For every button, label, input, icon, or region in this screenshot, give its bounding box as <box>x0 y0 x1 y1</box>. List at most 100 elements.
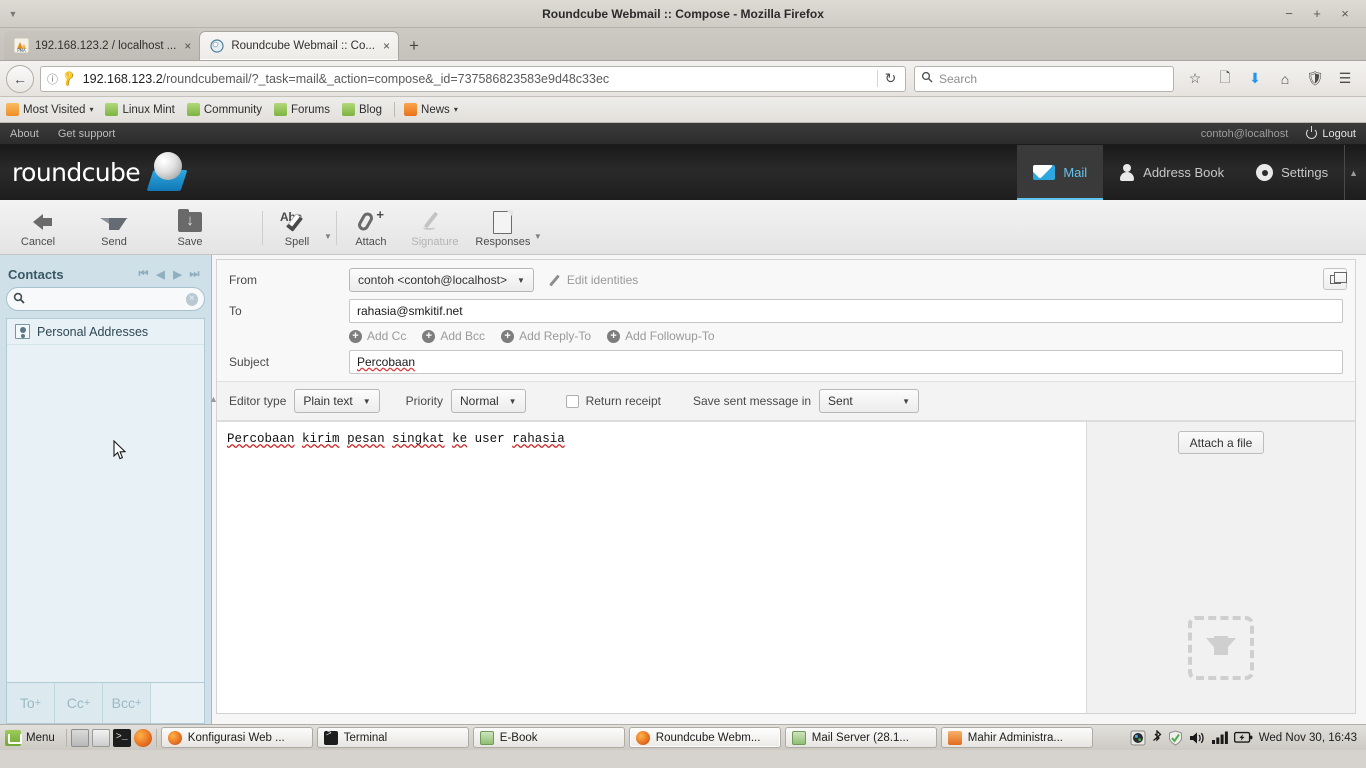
bookmark-label: Community <box>203 103 263 116</box>
about-link[interactable]: About <box>10 128 39 140</box>
editor-type-label: Editor type <box>229 394 287 408</box>
task-button[interactable]: Terminal <box>316 727 469 748</box>
bookmark-star-icon[interactable]: ☆ <box>1180 65 1210 93</box>
bookmark-blog[interactable]: Blog <box>342 103 382 116</box>
window-menu-caret[interactable]: ▼ <box>0 0 26 28</box>
taskbar-clock[interactable]: Wed Nov 30, 16:43 <box>1257 732 1363 744</box>
tab-close-icon[interactable]: × <box>383 40 390 52</box>
pocket-icon[interactable]: 🛡 <box>1300 65 1330 93</box>
topbar-user-area: contoh@localhost Logout <box>1201 126 1356 140</box>
hamburger-menu-icon[interactable]: ☰ <box>1330 65 1360 93</box>
tab-close-icon[interactable]: × <box>184 40 191 52</box>
first-page-icon[interactable]: ⏮ <box>135 268 152 281</box>
save-sent-select[interactable]: Sent ▼ <box>819 389 920 413</box>
add-to-bcc-button[interactable]: Bcc + <box>103 683 151 723</box>
reload-icon[interactable]: ↻ <box>877 70 903 87</box>
bookmark-label: Blog <box>359 103 383 116</box>
attach-button[interactable]: + Attach <box>340 205 402 253</box>
bookmark-forums[interactable]: Forums <box>274 103 330 116</box>
add-followup-to-link[interactable]: + Add Followup-To <box>607 329 715 343</box>
network-icon[interactable] <box>1211 731 1228 744</box>
message-body-textarea[interactable]: Percobaan kirim pesan singkat ke user ra… <box>217 422 1087 713</box>
search-placeholder: Search <box>939 71 978 86</box>
next-page-icon[interactable]: ▶ <box>169 268 186 281</box>
signature-button[interactable]: Signature <box>402 205 468 253</box>
show-desktop-icon[interactable] <box>70 728 89 747</box>
get-support-link[interactable]: Get support <box>58 128 115 140</box>
firefox-icon[interactable] <box>133 728 152 747</box>
add-bcc-link[interactable]: + Add Bcc <box>422 329 485 343</box>
folder-icon <box>791 730 806 745</box>
logout-button[interactable]: Logout <box>1306 126 1356 140</box>
attachment-dropzone[interactable] <box>1188 616 1254 680</box>
bookmark-community[interactable]: Community <box>186 103 263 116</box>
terminal-icon[interactable]: >_ <box>112 728 131 747</box>
contacts-search-input[interactable] <box>25 292 186 306</box>
browser-tab-roundcube[interactable]: Roundcube Webmail :: Co... × <box>199 31 399 60</box>
list-item[interactable]: Personal Addresses <box>7 319 204 345</box>
chevron-up-icon[interactable]: ▲ <box>1344 145 1366 200</box>
display-icon[interactable] <box>1130 730 1146 746</box>
add-to-to-button[interactable]: To + <box>7 683 55 723</box>
back-button[interactable]: ← <box>6 64 34 93</box>
tab-address-book[interactable]: Address Book <box>1103 145 1240 200</box>
address-bar[interactable]: ⓘ 🔑 192.168.123.2/roundcubemail/?_task=m… <box>40 65 906 92</box>
bookmark-news[interactable]: News ▾ <box>404 103 458 116</box>
reader-list-icon[interactable]: 🗋 <box>1210 65 1240 93</box>
volume-icon[interactable] <box>1189 731 1206 745</box>
start-menu-button[interactable]: Menu <box>3 729 62 746</box>
subject-input[interactable]: Percobaan <box>349 350 1343 374</box>
minimize-button[interactable]: − <box>1275 0 1303 28</box>
permissions-key-icon[interactable]: 🔑 <box>60 69 78 88</box>
search-bar[interactable]: Search <box>914 65 1174 92</box>
prev-page-icon[interactable]: ◀ <box>152 268 169 281</box>
tab-settings[interactable]: Settings <box>1240 145 1344 200</box>
battery-icon[interactable] <box>1233 731 1253 744</box>
attach-a-file-button[interactable]: Attach a file <box>1177 431 1265 454</box>
save-draft-button[interactable]: Save <box>152 205 228 253</box>
responses-button[interactable]: Responses <box>468 205 538 253</box>
to-row: To rahasia@smkitif.net <box>229 299 1343 323</box>
shield-icon[interactable] <box>1168 729 1183 746</box>
spell-button[interactable]: Abc Spell <box>266 205 328 253</box>
task-button[interactable]: Mahir Administra... <box>940 727 1093 748</box>
bookmark-linux-mint[interactable]: Linux Mint <box>105 103 175 116</box>
bookmark-most-visited[interactable]: Most Visited ▾ <box>6 103 93 116</box>
last-page-icon[interactable]: ⏭ <box>186 268 203 281</box>
to-input[interactable]: rahasia@smkitif.net <box>349 299 1343 323</box>
svg-text:PMA: PMA <box>17 48 26 53</box>
browser-tab-phpmyadmin[interactable]: PMA 192.168.123.2 / localhost ... × <box>4 31 200 60</box>
return-receipt-checkbox[interactable] <box>565 394 579 408</box>
tab-mail[interactable]: Mail <box>1017 145 1104 200</box>
maximize-button[interactable]: + <box>1303 0 1331 28</box>
edit-identities-link[interactable]: Edit identities <box>548 273 638 287</box>
new-tab-button[interactable]: + <box>399 31 429 60</box>
task-button[interactable]: E-Book <box>472 727 625 748</box>
send-button[interactable]: Send <box>76 205 152 253</box>
restore-window-icon[interactable] <box>1323 268 1347 290</box>
window-list-icon[interactable] <box>91 728 110 747</box>
page-info-icon[interactable]: ⓘ <box>47 71 58 87</box>
contacts-search-box[interactable]: × <box>6 287 205 311</box>
collapse-headers-icon[interactable]: ▲ <box>209 394 218 404</box>
button-label: To <box>19 695 35 711</box>
add-to-cc-button[interactable]: Cc + <box>55 683 103 723</box>
task-button[interactable]: Konfigurasi Web ... <box>160 727 313 748</box>
task-button[interactable]: Mail Server (28.1... <box>784 727 937 748</box>
task-label: Mail Server (28.1... <box>811 731 909 744</box>
editor-type-select[interactable]: Plain text ▼ <box>294 389 380 413</box>
close-button[interactable]: × <box>1331 0 1359 28</box>
bluetooth-icon[interactable] <box>1152 730 1162 745</box>
chevron-down-icon: ▼ <box>902 396 911 406</box>
clear-search-icon[interactable]: × <box>185 292 198 306</box>
add-reply-to-link[interactable]: + Add Reply-To <box>501 329 591 343</box>
button-label: Cc <box>66 695 84 711</box>
browser-tabstrip: PMA 192.168.123.2 / localhost ... × Roun… <box>0 28 1366 61</box>
downloads-icon[interactable]: ⬇ <box>1240 65 1270 93</box>
priority-select[interactable]: Normal ▼ <box>451 389 526 413</box>
cancel-button[interactable]: Cancel <box>0 205 76 253</box>
home-icon[interactable]: ⌂ <box>1270 65 1300 93</box>
task-button-active[interactable]: Roundcube Webm... <box>628 727 781 748</box>
from-select[interactable]: contoh <contoh@localhost> ▼ <box>349 268 534 292</box>
add-cc-link[interactable]: + Add Cc <box>349 329 406 343</box>
